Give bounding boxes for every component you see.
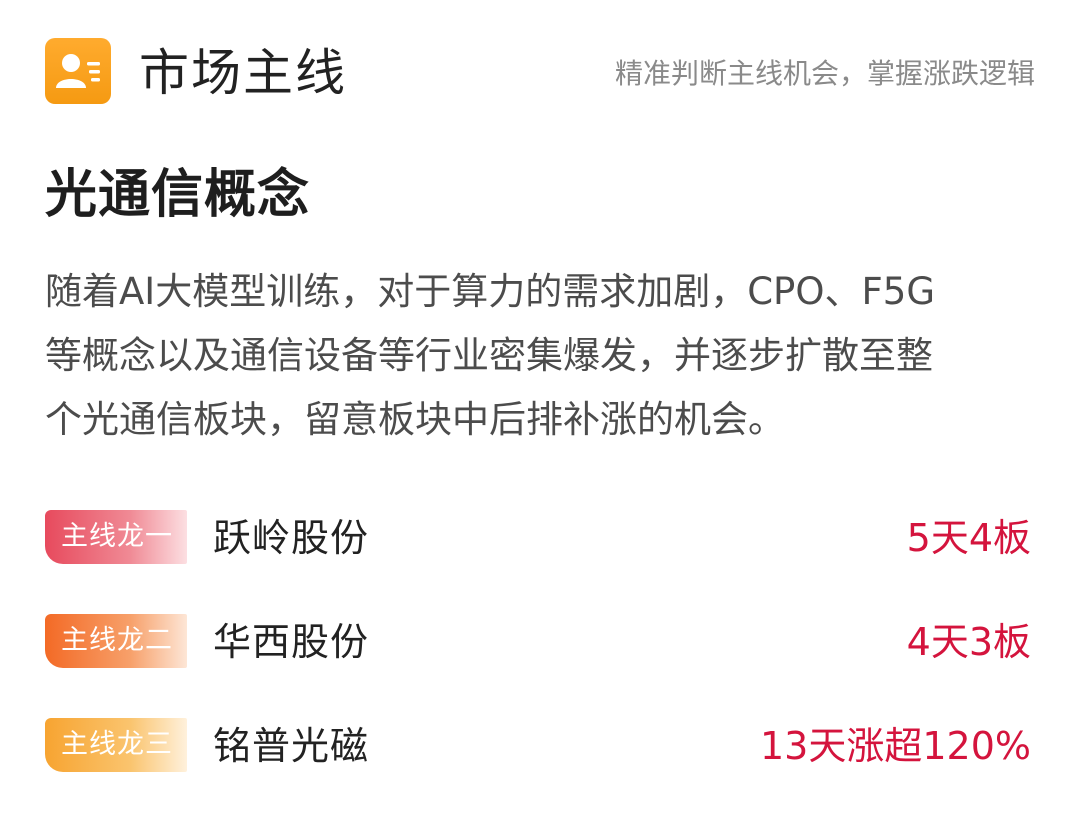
page-title: 市场主线 [139, 44, 347, 102]
header-slogan: 精准判断主线机会，掌握涨跌逻辑 [614, 57, 1035, 90]
leader-row-3[interactable]: 主线龙三 铭普光磁 13天涨超120% [45, 716, 1035, 820]
leader-badge: 主线龙二 [45, 614, 187, 668]
description-line: 个光通信板块，留意板块中后排补涨的机会。 [45, 398, 785, 441]
section-title: 光通信概念 [45, 165, 311, 225]
user-card-icon[interactable] [45, 38, 111, 104]
stock-performance: 5天4板 [906, 516, 1031, 560]
stock-name[interactable]: 跃岭股份 [213, 508, 369, 568]
header: 市场主线 精准判断主线机会，掌握涨跌逻辑 [45, 38, 1035, 108]
leader-row-1[interactable]: 主线龙一 跃岭股份 5天4板 [45, 508, 1035, 612]
stock-name[interactable]: 铭普光磁 [213, 716, 369, 776]
section-description: 随着AI大模型训练，对于算力的需求加剧，CPO、F5G 等概念以及通信设备等行业… [45, 260, 1030, 452]
leader-badge: 主线龙三 [45, 718, 187, 772]
description-line: 随着AI大模型训练，对于算力的需求加剧，CPO、F5G [45, 270, 935, 313]
stock-performance: 4天3板 [906, 620, 1031, 664]
stock-name[interactable]: 华西股份 [213, 612, 369, 672]
stock-performance: 13天涨超120% [760, 724, 1031, 768]
leader-list: 主线龙一 跃岭股份 5天4板 主线龙二 华西股份 4天3板 主线龙三 铭普光磁 … [45, 508, 1035, 820]
leader-row-2[interactable]: 主线龙二 华西股份 4天3板 [45, 612, 1035, 716]
leader-badge: 主线龙一 [45, 510, 187, 564]
description-line: 等概念以及通信设备等行业密集爆发，并逐步扩散至整 [45, 334, 933, 377]
